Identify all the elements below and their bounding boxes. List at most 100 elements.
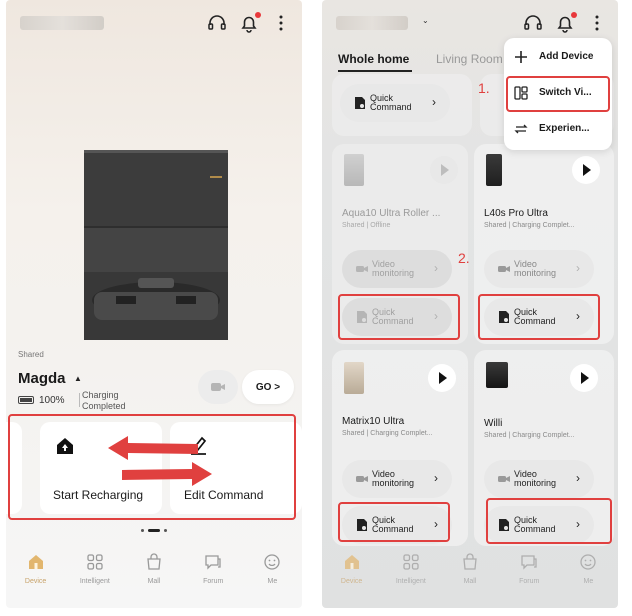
- video-monitoring-label: Video monitoring: [514, 469, 557, 488]
- play-icon[interactable]: [428, 364, 456, 392]
- chevron-right-icon: ›: [576, 471, 580, 485]
- highlight-box-quick-command: [338, 502, 450, 542]
- nav-intelligent[interactable]: Intelligent: [65, 540, 124, 608]
- step-1-label: 1.: [478, 80, 490, 96]
- right-screen: ⌄ Whole home Living Room Quick Command ›…: [322, 0, 618, 608]
- nav-device-label: Device: [24, 578, 47, 585]
- step-2-label: 2.: [458, 250, 470, 266]
- house-icon: [344, 555, 359, 569]
- battery-icon: [18, 396, 34, 404]
- tab-living-room[interactable]: Living Room: [436, 52, 503, 66]
- highlight-box-quick-command: [338, 294, 460, 340]
- menu-add-device[interactable]: Add Device: [504, 42, 612, 72]
- grid-icon: [87, 554, 103, 570]
- chevron-right-icon: ›: [434, 471, 438, 485]
- device-thumbnail: [486, 154, 502, 186]
- tab-active-underline: [338, 70, 412, 72]
- nav-me-label: Me: [267, 578, 278, 585]
- carousel-dots: [6, 529, 302, 532]
- video-monitoring-button[interactable]: Video monitoring ›: [484, 250, 594, 288]
- camera-icon: [498, 476, 510, 482]
- device-name: Willi: [484, 418, 503, 429]
- video-monitoring-button[interactable]: Video monitoring ›: [484, 460, 594, 498]
- video-monitoring-label: Video monitoring: [372, 469, 415, 488]
- menu-experience[interactable]: Experien...: [504, 114, 612, 144]
- robot-station-image[interactable]: [76, 146, 236, 342]
- more-icon[interactable]: [270, 12, 292, 34]
- device-name: L40s Pro Ultra: [484, 208, 548, 219]
- swap-icon: [514, 124, 528, 134]
- chat-icon: [205, 555, 221, 570]
- device-thumbnail: [486, 362, 508, 388]
- highlight-box-quick-command: [478, 294, 600, 340]
- video-monitoring-button[interactable]: Video monitoring ›: [342, 250, 452, 288]
- home-dropdown-chevron-icon[interactable]: ⌄: [422, 16, 429, 25]
- device-status: Shared | Charging Complet...: [484, 432, 575, 439]
- play-icon[interactable]: [570, 364, 598, 392]
- nav-me[interactable]: Me: [243, 540, 302, 608]
- nav-forum-label: Forum: [519, 578, 540, 585]
- bottom-nav: Device Intelligent Mall Forum Me: [322, 540, 618, 608]
- device-status: Shared | Charging Complet...: [342, 430, 433, 437]
- device-name[interactable]: Magda: [18, 370, 66, 387]
- top-quick-command-button[interactable]: Quick Command ›: [340, 84, 450, 122]
- nav-me-label: Me: [583, 578, 594, 585]
- highlight-box-switch-view: [506, 76, 610, 112]
- nav-mall[interactable]: Mall: [124, 540, 183, 608]
- chevron-right-icon: ›: [576, 261, 580, 275]
- home-name-blurred[interactable]: [336, 16, 408, 30]
- menu-experience-label: Experien...: [539, 123, 590, 134]
- camera-icon: [356, 476, 368, 482]
- smile-icon: [264, 554, 281, 570]
- house-icon: [28, 555, 43, 569]
- highlight-box-quick-command: [486, 498, 612, 544]
- nav-mall[interactable]: Mall: [440, 540, 499, 608]
- nav-intelligent-label: Intelligent: [395, 578, 426, 585]
- tab-whole-home[interactable]: Whole home: [338, 52, 409, 66]
- camera-icon: [211, 383, 225, 391]
- nav-device-label: Device: [340, 578, 363, 585]
- quick-command-icon: [355, 97, 365, 109]
- bottom-nav: Device Intelligent Mall Forum Me: [6, 540, 302, 608]
- device-name: Aqua10 Ultra Roller ...: [342, 208, 441, 219]
- go-button[interactable]: GO >: [242, 370, 294, 404]
- headset-icon[interactable]: [522, 12, 544, 34]
- headset-icon[interactable]: [206, 12, 228, 34]
- device-status: Shared | Charging Complet...: [484, 222, 575, 229]
- device-switch-caret-icon[interactable]: ▲: [74, 374, 82, 383]
- swipe-arrows-annotation: [108, 436, 212, 486]
- nav-device[interactable]: Device: [322, 540, 381, 608]
- nav-intelligent[interactable]: Intelligent: [381, 540, 440, 608]
- nav-forum[interactable]: Forum: [184, 540, 243, 608]
- nav-intelligent-label: Intelligent: [79, 578, 110, 585]
- menu-add-device-label: Add Device: [539, 51, 594, 62]
- device-name: Matrix10 Ultra: [342, 416, 405, 427]
- video-monitoring-label: Video monitoring: [372, 259, 415, 278]
- charging-status: Charging Completed: [82, 390, 126, 411]
- shared-tag: Shared: [18, 350, 44, 359]
- device-thumbnail: [344, 362, 364, 394]
- device-thumbnail: [344, 154, 364, 186]
- video-monitoring-button[interactable]: Video monitoring ›: [342, 460, 452, 498]
- home-name-blurred[interactable]: [20, 16, 104, 30]
- video-button[interactable]: [198, 370, 238, 404]
- chevron-right-icon: ›: [432, 95, 436, 109]
- nav-forum-label: Forum: [203, 578, 224, 585]
- left-screen: Shared Magda ▲ 100% Charging Completed G…: [6, 0, 302, 608]
- grid-icon: [403, 554, 419, 570]
- plus-icon: [515, 51, 527, 63]
- nav-mall-label: Mall: [147, 578, 161, 585]
- nav-me[interactable]: Me: [559, 540, 618, 608]
- smile-icon: [580, 554, 597, 570]
- chat-icon: [521, 555, 537, 570]
- notification-dot: [255, 12, 261, 18]
- notification-dot: [571, 12, 577, 18]
- nav-device[interactable]: Device: [6, 540, 65, 608]
- play-icon[interactable]: [430, 156, 458, 184]
- nav-forum[interactable]: Forum: [500, 540, 559, 608]
- camera-icon: [498, 266, 510, 272]
- bag-icon: [463, 553, 477, 570]
- play-icon[interactable]: [572, 156, 600, 184]
- more-icon[interactable]: [586, 12, 608, 34]
- top-quick-command-label: Quick Command: [370, 93, 412, 112]
